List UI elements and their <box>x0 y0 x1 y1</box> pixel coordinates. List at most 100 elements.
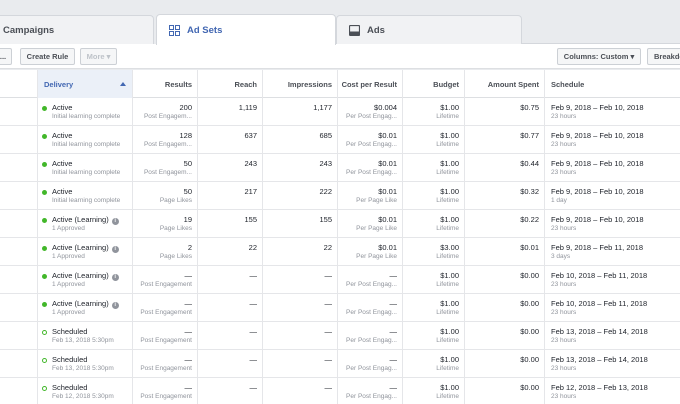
impressions-cell: 243 <box>263 154 338 182</box>
row-select-cell[interactable] <box>0 266 38 294</box>
schedule-duration: 23 hours <box>551 365 577 372</box>
row-select-cell[interactable] <box>0 294 38 322</box>
row-select-cell[interactable] <box>0 210 38 238</box>
schedule-cell: Feb 9, 2018 – Feb 10, 2018 23 hours <box>545 98 680 126</box>
schedule-duration: 3 days <box>551 253 571 260</box>
budget-value: $1.00 <box>440 355 459 364</box>
results-value: — <box>184 299 193 308</box>
row-select-cell[interactable] <box>0 322 38 350</box>
amount-spent-cell: $0.44 <box>465 154 545 182</box>
header-budget[interactable]: Budget <box>403 70 465 98</box>
info-icon[interactable]: i <box>111 218 119 225</box>
header-impressions[interactable]: Impressions <box>263 70 338 98</box>
tab-ads[interactable]: Ads <box>336 15 522 44</box>
impressions-value: 685 <box>319 131 332 140</box>
schedule-cell: Feb 9, 2018 – Feb 10, 2018 23 hours <box>545 126 680 154</box>
results-value: 128 <box>179 131 192 140</box>
table-row[interactable]: Scheduled Feb 13, 2018 5:30pm — Post Engage… <box>0 322 680 350</box>
budget-type: Lifetime <box>436 141 459 148</box>
row-select-cell[interactable] <box>0 126 38 154</box>
results-cell: 19 Page Likes <box>133 210 198 238</box>
delivery-status: Active <box>52 103 73 112</box>
budget-type: Lifetime <box>436 365 459 372</box>
overflow-button[interactable]: ... <box>0 48 12 65</box>
amount-spent-cell: $0.00 <box>465 378 545 404</box>
tab-campaigns-label: Campaigns <box>3 24 55 36</box>
table-row[interactable]: Active Initial learning complete 128 Post E… <box>0 126 680 154</box>
header-cost-per-result[interactable]: Cost per Result <box>338 70 403 98</box>
schedule-cell: Feb 12, 2018 – Feb 13, 2018 23 hours <box>545 378 680 404</box>
delivery-status: Active (Learning) <box>52 271 109 280</box>
amount-spent-cell: $0.00 <box>465 294 545 322</box>
columns-dropdown[interactable]: Columns: Custom ▾ <box>557 48 641 65</box>
table-row[interactable]: Active (Learning) i 1 Approved 19 Page Likes… <box>0 210 680 238</box>
results-type: Post Engagem... <box>143 141 192 148</box>
delivery-substatus: Initial learning complete <box>52 169 121 176</box>
reach-cell: — <box>198 378 263 404</box>
row-select-cell[interactable] <box>0 182 38 210</box>
impressions-cell: — <box>263 350 338 378</box>
row-select-cell[interactable] <box>0 98 38 126</box>
table-row[interactable]: Active Initial learning complete 50 Post En… <box>0 154 680 182</box>
cost-cell: $0.01 Per Page Like <box>338 238 403 266</box>
tab-ad-sets-label: Ad Sets <box>187 24 223 36</box>
header-results[interactable]: Results <box>133 70 198 98</box>
table-row[interactable]: Active (Learning) i 1 Approved — Post Engage… <box>0 294 680 322</box>
table-row[interactable]: Scheduled Feb 12, 2018 5:30pm — Post Engage… <box>0 378 680 404</box>
results-type: Post Engagement <box>140 309 192 316</box>
results-value: 50 <box>183 159 192 168</box>
table-row[interactable]: Active (Learning) i 1 Approved 2 Page Likes 2… <box>0 238 680 266</box>
table-row[interactable]: Active (Learning) i 1 Approved — Post Engage… <box>0 266 680 294</box>
results-type: Post Engagement <box>140 365 192 372</box>
results-type: Page Likes <box>159 225 192 232</box>
info-icon[interactable]: i <box>111 302 119 309</box>
budget-value: $1.00 <box>440 215 459 224</box>
reach-cell: 155 <box>198 210 263 238</box>
amount-spent-value: $0.01 <box>520 243 539 252</box>
impressions-cell: — <box>263 322 338 350</box>
budget-cell: $1.00 Lifetime <box>403 294 465 322</box>
cost-value: — <box>389 327 398 336</box>
row-select-cell[interactable] <box>0 378 38 404</box>
impressions-cell: 22 <box>263 238 338 266</box>
reach-cell: 22 <box>198 238 263 266</box>
info-icon[interactable]: i <box>111 274 119 281</box>
header-amount-spent[interactable]: Amount Spent <box>465 70 545 98</box>
row-select-cell[interactable] <box>0 154 38 182</box>
amount-spent-cell: $0.22 <box>465 210 545 238</box>
info-icon[interactable]: i <box>111 246 119 253</box>
results-value: — <box>184 271 193 280</box>
row-select-cell[interactable] <box>0 238 38 266</box>
impressions-cell: 685 <box>263 126 338 154</box>
header-delivery[interactable]: Delivery <box>38 70 133 98</box>
results-cell: — Post Engagement <box>133 322 198 350</box>
header-reach[interactable]: Reach <box>198 70 263 98</box>
cost-type: Per Post Engag... <box>346 281 397 288</box>
more-button[interactable]: More ▾ <box>80 48 117 65</box>
delivery-status: Active <box>52 187 73 196</box>
row-select-cell[interactable] <box>0 350 38 378</box>
reach-value: — <box>249 271 258 280</box>
budget-cell: $1.00 Lifetime <box>403 210 465 238</box>
amount-spent-value: $0.22 <box>520 215 539 224</box>
budget-type: Lifetime <box>436 197 459 204</box>
schedule-cell: Feb 9, 2018 – Feb 11, 2018 3 days <box>545 238 680 266</box>
impressions-value: 243 <box>319 159 332 168</box>
tab-campaigns[interactable]: Campaigns <box>0 15 154 44</box>
cost-value: $0.01 <box>378 243 397 252</box>
delivery-cell: Active (Learning) i 1 Approved <box>38 266 133 294</box>
create-rule-button[interactable]: Create Rule <box>20 48 75 65</box>
results-cell: 200 Post Engagem... <box>133 98 198 126</box>
table-row[interactable]: Active Initial learning complete 50 Page Li… <box>0 182 680 210</box>
schedule-range: Feb 12, 2018 – Feb 13, 2018 <box>551 383 648 392</box>
schedule-duration: 23 hours <box>551 225 577 232</box>
tab-ad-sets[interactable]: Ad Sets <box>156 14 336 45</box>
table-row[interactable]: Active Initial learning complete 200 Post E… <box>0 98 680 126</box>
table-row[interactable]: Scheduled Feb 13, 2018 5:30pm — Post Engage… <box>0 350 680 378</box>
schedule-duration: 23 hours <box>551 113 577 120</box>
delivery-substatus: Feb 13, 2018 5:30pm <box>52 365 114 372</box>
breakdown-dropdown[interactable]: Breakdown <box>647 48 680 65</box>
results-type: Post Engagem... <box>143 113 192 120</box>
cost-value: — <box>389 383 398 392</box>
header-schedule[interactable]: Schedule <box>545 70 680 98</box>
